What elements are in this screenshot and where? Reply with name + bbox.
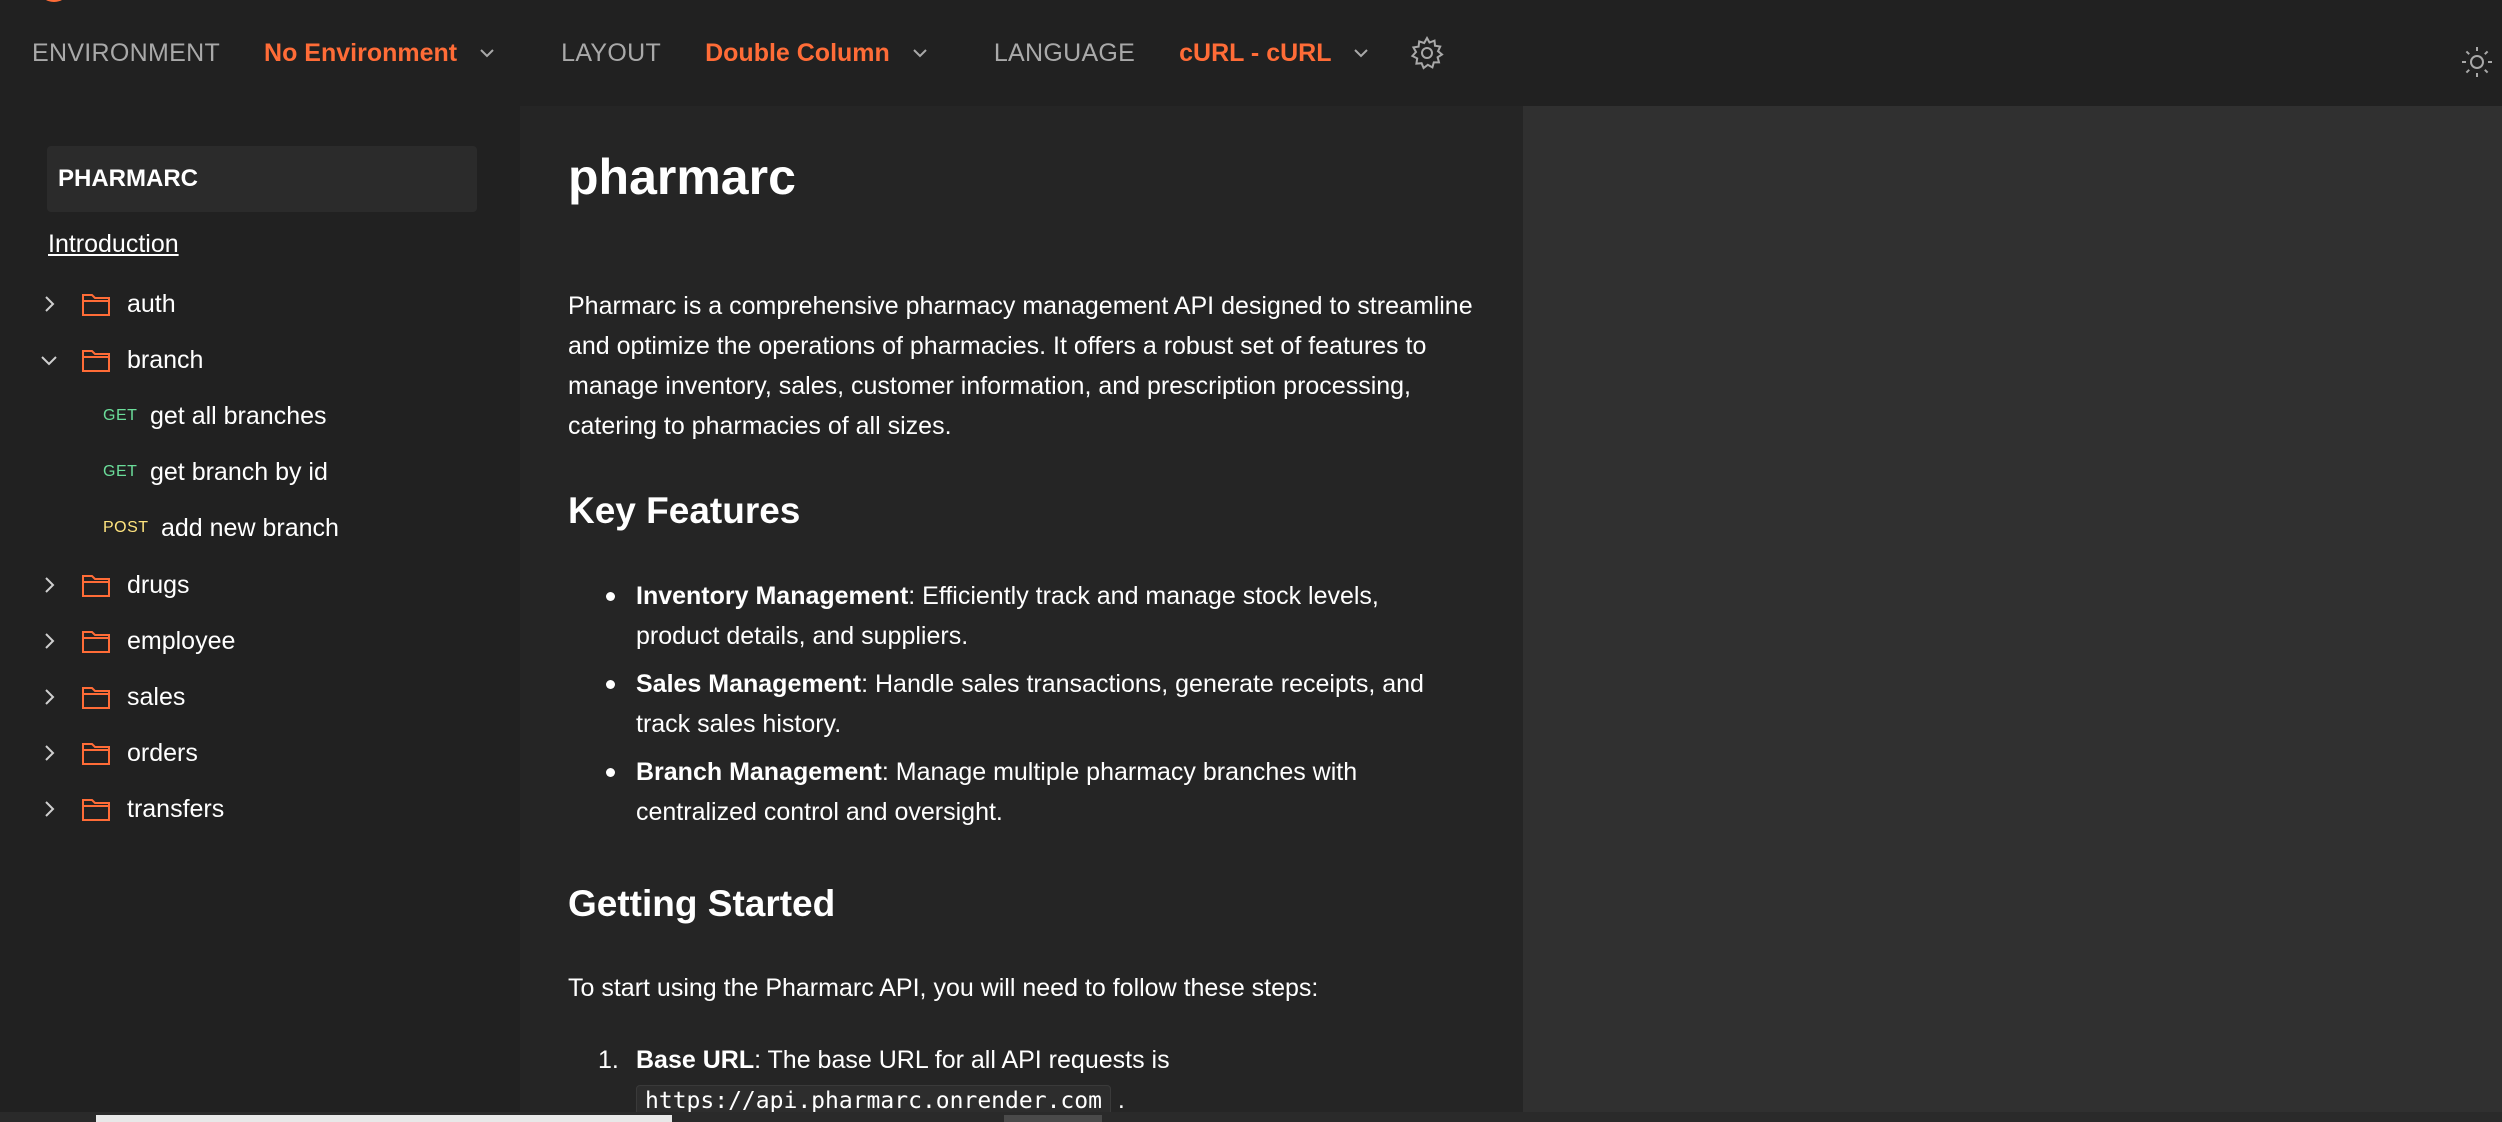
- layout-label: LAYOUT: [561, 38, 662, 67]
- code-examples-pane: [1523, 106, 2502, 1112]
- request-get-branch-by-id[interactable]: GET get branch by id: [0, 446, 520, 498]
- getting-started-heading: Getting Started: [568, 883, 836, 924]
- folder-icon: [82, 799, 110, 821]
- collection-title: PHARMARC: [47, 146, 477, 212]
- bullet-dot: [606, 680, 615, 689]
- method-badge: POST: [103, 519, 149, 536]
- request-get-all-branches[interactable]: GET get all branches: [0, 390, 520, 442]
- sidebar-folder-auth[interactable]: auth: [0, 278, 520, 330]
- step-title: Base URL: [636, 1046, 755, 1074]
- language-label: LANGUAGE: [993, 38, 1136, 67]
- method-badge: GET: [103, 463, 138, 480]
- environment-dropdown[interactable]: No Environment: [264, 39, 497, 68]
- chevron-down-icon: [41, 356, 57, 366]
- scrollbar-thumb-secondary[interactable]: [1004, 1115, 1102, 1122]
- folder-label: auth: [127, 289, 176, 318]
- folder-icon: [82, 575, 110, 597]
- request-add-new-branch[interactable]: POST add new branch: [0, 502, 520, 554]
- environment-value: No Environment: [264, 38, 458, 67]
- folder-icon: [82, 743, 110, 765]
- scrollbar-thumb[interactable]: [96, 1115, 672, 1122]
- theme-toggle-sun-icon[interactable]: [2460, 45, 2494, 79]
- documentation-pane: pharmarc Pharmarc is a comprehensive pha…: [520, 106, 1523, 1117]
- top-bar: ENVIRONMENT No Environment LAYOUT Double…: [0, 0, 2502, 106]
- folder-label: transfers: [127, 794, 225, 823]
- method-badge: GET: [103, 407, 138, 424]
- sidebar-folder-orders[interactable]: orders: [0, 727, 520, 779]
- sidebar-folder-branch[interactable]: branch: [0, 334, 520, 386]
- logo-icon: [40, 0, 68, 2]
- environment-label: ENVIRONMENT: [32, 38, 221, 67]
- introduction-link[interactable]: Introduction: [48, 230, 179, 259]
- folder-label: orders: [127, 738, 198, 767]
- sidebar-folder-employee[interactable]: employee: [0, 615, 520, 667]
- chevron-down-icon: [1354, 49, 1369, 58]
- request-label: get all branches: [150, 401, 327, 430]
- gear-icon[interactable]: [1409, 35, 1445, 71]
- folder-icon: [82, 350, 110, 372]
- request-label: get branch by id: [150, 457, 328, 486]
- folder-icon: [82, 631, 110, 653]
- sidebar-folder-transfers[interactable]: transfers: [0, 783, 520, 835]
- chevron-right-icon: [45, 689, 55, 705]
- request-label: add new branch: [161, 513, 339, 542]
- step-number: 1.: [598, 1046, 619, 1074]
- feature-title: Branch Management: [636, 758, 882, 786]
- folder-label: sales: [127, 682, 186, 711]
- layout-dropdown[interactable]: Double Column: [705, 39, 930, 68]
- folder-icon: [82, 687, 110, 709]
- folder-label: drugs: [127, 570, 190, 599]
- page-title: pharmarc: [568, 149, 796, 205]
- chevron-right-icon: [45, 633, 55, 649]
- step-text: : The base URL for all API requests is: [754, 1046, 1170, 1074]
- language-value: cURL - cURL: [1179, 38, 1332, 67]
- language-dropdown[interactable]: cURL - cURL: [1179, 39, 1371, 68]
- bullet-dot: [606, 768, 615, 777]
- feature-title: Sales Management: [636, 670, 862, 698]
- sidebar: PHARMARC Introduction auth branch GET ge…: [0, 106, 520, 1112]
- folder-label: branch: [127, 345, 204, 374]
- horizontal-scrollbar[interactable]: [0, 1112, 2502, 1122]
- chevron-right-icon: [45, 296, 55, 312]
- key-features-heading: Key Features: [568, 490, 801, 531]
- getting-started-paragraph: To start using the Pharmarc API, you wil…: [568, 974, 1319, 1002]
- layout-value: Double Column: [705, 38, 890, 67]
- sidebar-folder-sales[interactable]: sales: [0, 671, 520, 723]
- bullet-dot: [606, 592, 615, 601]
- chevron-right-icon: [45, 745, 55, 761]
- folder-label: employee: [127, 626, 236, 655]
- sidebar-folder-drugs[interactable]: drugs: [0, 559, 520, 611]
- chevron-right-icon: [45, 801, 55, 817]
- folder-icon: [82, 294, 110, 316]
- chevron-right-icon: [45, 577, 55, 593]
- chevron-down-icon: [913, 49, 927, 58]
- chevron-down-icon: [480, 49, 494, 58]
- step-suffix: .: [1117, 1086, 1125, 1114]
- feature-title: Inventory Management: [636, 582, 909, 610]
- intro-paragraph: Pharmarc is a comprehensive pharmacy man…: [568, 292, 1473, 440]
